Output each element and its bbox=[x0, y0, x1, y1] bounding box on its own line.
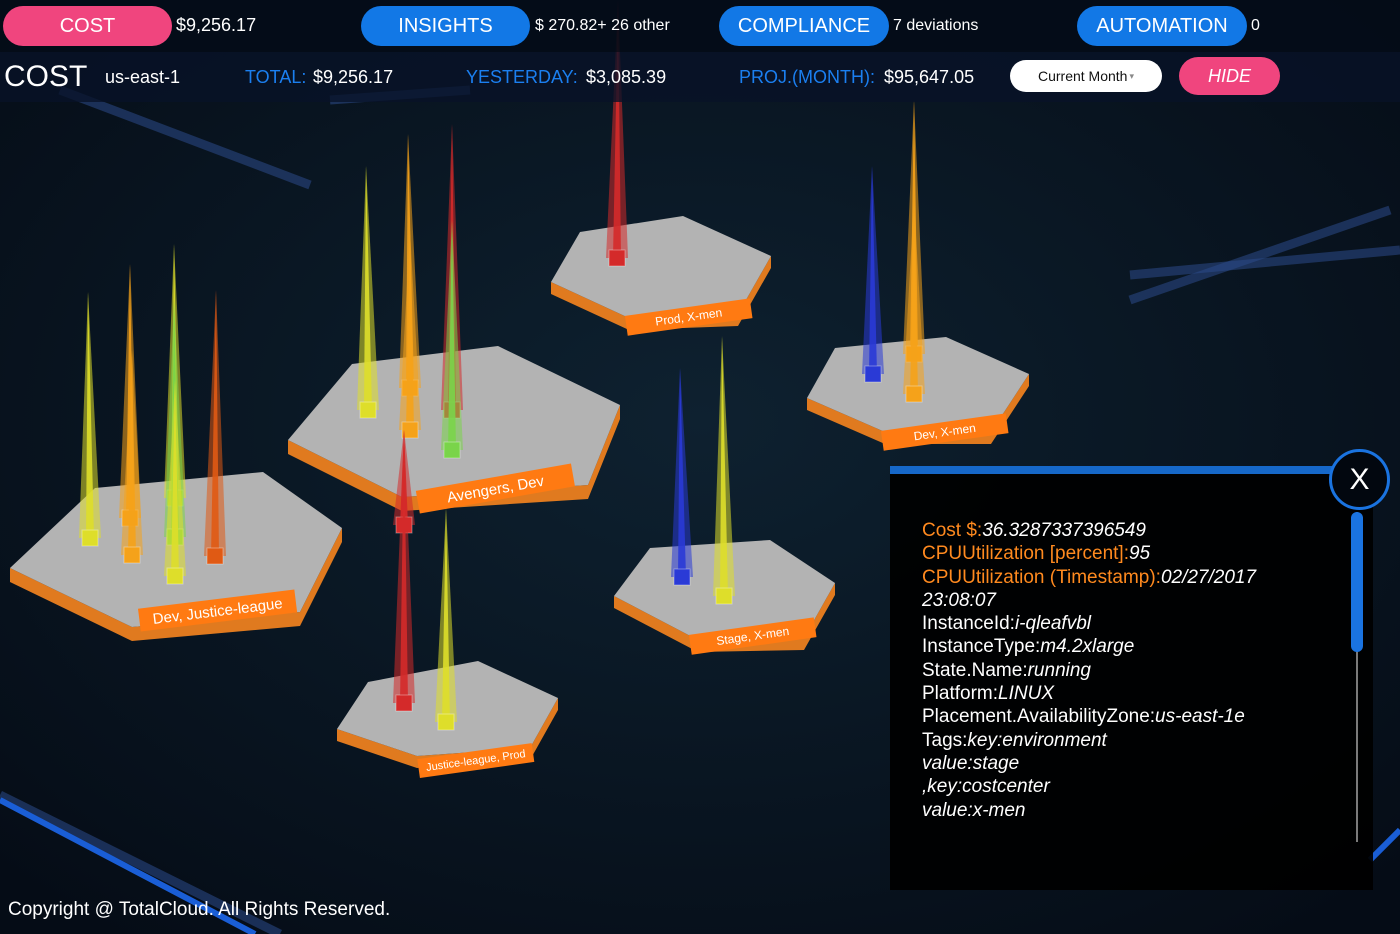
instance-cube[interactable] bbox=[123, 546, 141, 564]
close-button[interactable]: X bbox=[1329, 449, 1390, 510]
instance-cube[interactable] bbox=[673, 568, 691, 586]
detail-key: CPUUtilization (Timestamp): bbox=[922, 566, 1161, 588]
detail-row: Placement.AvailabilityZone:us-east-1e bbox=[922, 705, 1322, 728]
instance-cube[interactable] bbox=[905, 385, 923, 403]
detail-row: CPUUtilization [percent]:95 bbox=[922, 542, 1322, 565]
detail-row: InstanceType:m4.2xlarge bbox=[922, 635, 1322, 658]
close-icon: X bbox=[1349, 462, 1370, 496]
detail-row: value:stage bbox=[922, 752, 1322, 775]
detail-key: CPUUtilization [percent]: bbox=[922, 543, 1129, 565]
instance-cube[interactable] bbox=[395, 694, 413, 712]
instance-cube[interactable] bbox=[715, 587, 733, 605]
detail-value: value:stage bbox=[922, 752, 1020, 774]
detail-value: LINUX bbox=[998, 683, 1054, 705]
detail-key: InstanceId: bbox=[922, 613, 1015, 635]
detail-value: i-qleafvbl bbox=[1014, 613, 1091, 635]
page-title: COST bbox=[4, 60, 88, 93]
nav-automation-value: 0 bbox=[1251, 17, 1260, 34]
instance-cube[interactable] bbox=[81, 529, 99, 547]
detail-value: ,key:costcenter bbox=[922, 776, 1050, 798]
total-label: TOTAL: bbox=[245, 67, 307, 87]
detail-row: Cost $:36.3287337396549 bbox=[922, 519, 1322, 542]
instance-cube[interactable] bbox=[437, 713, 455, 731]
detail-value: value:x-men bbox=[922, 799, 1026, 821]
period-select-value: Current Month bbox=[1037, 68, 1128, 84]
instance-details-list: Cost $:36.3287337396549 CPUUtilization [p… bbox=[922, 519, 1322, 822]
detail-value: us-east-1e bbox=[1155, 706, 1245, 728]
nav-compliance-button[interactable]: COMPLIANCE bbox=[719, 6, 889, 46]
chevron-down-icon: ▾ bbox=[1129, 70, 1134, 81]
detail-key: Placement.AvailabilityZone: bbox=[922, 706, 1156, 728]
instance-cube[interactable] bbox=[608, 249, 626, 267]
instance-cube[interactable] bbox=[166, 567, 184, 585]
nav-insights-value: $ 270.82+ 26 other bbox=[535, 17, 670, 34]
detail-row: 23:08:07 bbox=[922, 589, 1322, 612]
detail-value: 02/27/2017 bbox=[1160, 566, 1257, 588]
nav-automation-button[interactable]: AUTOMATION bbox=[1077, 6, 1247, 46]
proj-month-value: $95,647.05 bbox=[884, 67, 975, 87]
instance-cube[interactable] bbox=[864, 365, 882, 383]
yesterday-value: $3,085.39 bbox=[586, 67, 667, 87]
detail-row: Tags:key:environment bbox=[922, 729, 1322, 752]
nav-cost-value: $9,256.17 bbox=[176, 15, 257, 35]
detail-row: value:x-men bbox=[922, 799, 1322, 822]
nav-cost-button[interactable]: COST bbox=[3, 6, 172, 46]
detail-value: m4.2xlarge bbox=[1040, 636, 1135, 658]
detail-value: running bbox=[1027, 659, 1091, 681]
detail-value: 95 bbox=[1128, 543, 1151, 565]
detail-value: 23:08:07 bbox=[922, 589, 996, 611]
detail-value: key:environment bbox=[967, 729, 1107, 751]
proj-month-label: PROJ.(MONTH): bbox=[739, 67, 875, 87]
hide-button[interactable]: HIDE bbox=[1179, 57, 1280, 95]
detail-key: Platform: bbox=[922, 683, 999, 705]
detail-row: Platform:LINUX bbox=[922, 682, 1322, 705]
detail-row: InstanceId:i-qleafvbl bbox=[922, 612, 1322, 635]
copyright-text: Copyright @ TotalCloud. All Rights Reser… bbox=[8, 899, 391, 920]
detail-row: ,key:costcenter bbox=[922, 775, 1322, 798]
period-select[interactable]: Current Month ▾ bbox=[1010, 60, 1162, 92]
detail-value: 36.3287337396549 bbox=[982, 520, 1146, 541]
detail-key: InstanceType: bbox=[922, 636, 1041, 658]
instance-cube[interactable] bbox=[359, 401, 377, 419]
detail-row: State.Name:running bbox=[922, 659, 1322, 682]
yesterday-label: YESTERDAY: bbox=[466, 67, 578, 87]
detail-key: Cost $: bbox=[922, 520, 983, 541]
detail-row: CPUUtilization (Timestamp):02/27/2017 bbox=[922, 566, 1322, 589]
instance-cube[interactable] bbox=[206, 547, 224, 565]
region-label: us-east-1 bbox=[105, 67, 181, 87]
instance-cube[interactable] bbox=[443, 441, 461, 459]
total-value: $9,256.17 bbox=[313, 67, 394, 87]
details-scrollbar-thumb[interactable] bbox=[1351, 512, 1363, 652]
nav-insights-button[interactable]: INSIGHTS bbox=[361, 6, 530, 46]
detail-key: State.Name: bbox=[922, 659, 1028, 681]
nav-compliance-value: 7 deviations bbox=[893, 17, 979, 34]
detail-key: Tags: bbox=[922, 729, 968, 751]
